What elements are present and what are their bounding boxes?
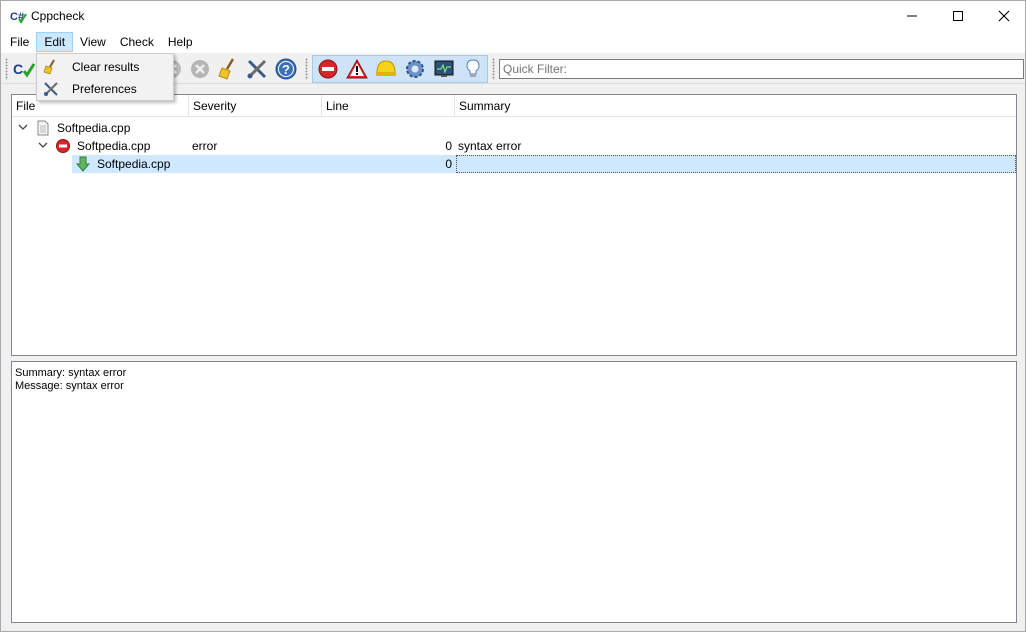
menu-help[interactable]: Help xyxy=(161,32,200,52)
results-tree[interactable]: File Severity Line Summary Softpedia.cpp xyxy=(11,94,1017,356)
error-icon xyxy=(56,139,70,153)
column-header-line[interactable]: Line xyxy=(322,95,455,117)
row-file: Softpedia.cpp xyxy=(77,139,151,153)
show-warnings-icon xyxy=(346,58,368,79)
clear-results-button[interactable] xyxy=(187,56,213,82)
menu-item-clear-results[interactable]: Clear results xyxy=(38,56,172,78)
show-portability-icon xyxy=(434,60,454,77)
quick-filter-input[interactable] xyxy=(499,59,1024,79)
broom-icon xyxy=(43,59,55,75)
row-line: 0 xyxy=(445,157,452,171)
help-button[interactable]: ? xyxy=(273,56,299,82)
details-message: Message: syntax error xyxy=(15,380,124,392)
preferences-icon xyxy=(247,59,267,79)
show-information-toggle[interactable] xyxy=(460,56,486,82)
menu-item-preferences[interactable]: Preferences xyxy=(38,78,172,100)
table-row[interactable]: Softpedia.cpp error 0 syntax error xyxy=(12,137,1016,155)
broom-button[interactable] xyxy=(215,56,241,82)
show-errors-icon xyxy=(318,59,338,79)
help-icon: ? xyxy=(275,58,297,80)
preferences-button[interactable] xyxy=(244,56,270,82)
menu-item-label: Preferences xyxy=(72,82,137,96)
maximize-icon xyxy=(953,11,963,21)
show-performance-toggle[interactable] xyxy=(402,56,428,82)
menu-check[interactable]: Check xyxy=(113,32,161,52)
show-style-toggle[interactable] xyxy=(373,56,399,82)
broom-icon xyxy=(218,58,235,80)
close-button[interactable] xyxy=(981,1,1026,31)
minimize-icon xyxy=(907,15,917,17)
table-row[interactable]: Softpedia.cpp xyxy=(12,119,1016,137)
clear-icon xyxy=(191,60,209,78)
menu-file[interactable]: File xyxy=(3,32,36,52)
focus-rectangle xyxy=(456,155,1016,173)
title-bar: C# Cppcheck xyxy=(1,1,1025,31)
chevron-down-icon[interactable] xyxy=(37,139,49,151)
row-summary: syntax error xyxy=(458,139,522,153)
menu-bar: File Edit View Check Help xyxy=(1,31,1025,53)
menu-edit[interactable]: Edit xyxy=(36,32,74,52)
column-header-severity[interactable]: Severity xyxy=(189,95,322,117)
toolbar-grip-2[interactable] xyxy=(305,58,308,80)
show-information-icon xyxy=(466,59,480,77)
row-file: Softpedia.cpp xyxy=(97,157,171,171)
menu-item-label: Clear results xyxy=(72,60,140,74)
show-warnings-toggle[interactable] xyxy=(344,56,370,82)
row-severity: error xyxy=(192,139,218,153)
chevron-down-icon[interactable] xyxy=(17,121,29,133)
edit-menu-dropdown: Clear results Preferences xyxy=(36,53,174,101)
close-icon xyxy=(998,10,1010,22)
cppcheck-logo-icon: C# xyxy=(10,8,27,24)
file-icon xyxy=(37,120,49,136)
menu-view[interactable]: View xyxy=(73,32,113,52)
details-summary: Summary: syntax error xyxy=(15,367,127,379)
arrow-down-icon xyxy=(75,156,91,172)
show-errors-toggle[interactable] xyxy=(315,56,341,82)
svg-text:?: ? xyxy=(282,62,290,77)
column-header-summary[interactable]: Summary xyxy=(455,95,1016,117)
row-file: Softpedia.cpp xyxy=(57,121,131,135)
maximize-button[interactable] xyxy=(935,1,981,31)
check-icon: C xyxy=(13,61,36,78)
minimize-button[interactable] xyxy=(889,1,935,31)
check-button[interactable]: C xyxy=(11,56,37,82)
tools-icon xyxy=(44,82,58,96)
toolbar-grip-3[interactable] xyxy=(492,58,495,80)
show-style-icon xyxy=(376,60,396,76)
row-line: 0 xyxy=(445,139,452,153)
show-performance-icon xyxy=(406,60,424,78)
show-portability-toggle[interactable] xyxy=(431,56,457,82)
table-row-selected[interactable]: Softpedia.cpp 0 xyxy=(12,155,1016,173)
svg-text:C: C xyxy=(13,61,23,77)
toolbar-grip[interactable] xyxy=(5,58,8,80)
app-window: C# Cppcheck File Edit View Check Help C xyxy=(0,0,1026,632)
details-panel[interactable]: Summary: syntax error Message: syntax er… xyxy=(11,361,1017,623)
window-title: Cppcheck xyxy=(31,9,85,23)
